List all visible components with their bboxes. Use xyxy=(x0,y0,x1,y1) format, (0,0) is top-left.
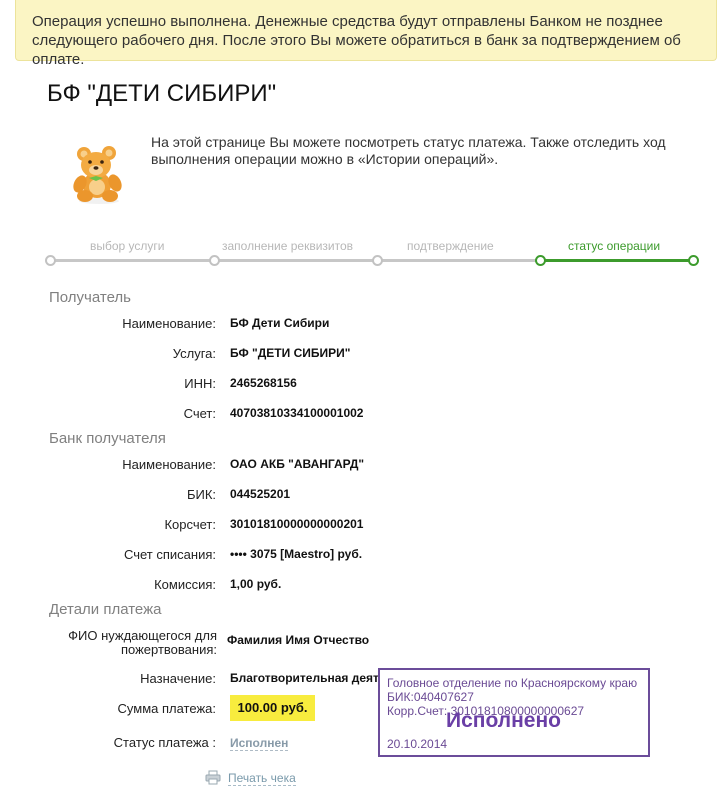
payment-status-link[interactable]: Исполнен xyxy=(230,736,289,751)
printer-icon xyxy=(205,770,221,785)
recipient-name-value: БФ Дети Сибири xyxy=(230,316,330,330)
debit-account-value: •••• 3075 [Maestro] руб. xyxy=(230,547,363,561)
success-notice: Операция успешно выполнена. Денежные сре… xyxy=(15,0,717,68)
bank-name-value: ОАО АКБ "АВАНГАРД" xyxy=(230,457,365,471)
stamp-bik: БИК:040407627 xyxy=(387,690,474,704)
account-label: Счет: xyxy=(183,406,216,421)
fio-label: ФИО нуждающегося для пожертвования: xyxy=(62,629,217,657)
teddy-bear-icon xyxy=(73,146,122,204)
step-label-4: статус операции xyxy=(568,239,661,253)
bik-label: БИК: xyxy=(186,487,216,502)
intro-line-1: На этой странице Вы можете посмотреть ст… xyxy=(151,134,666,150)
recipient-heading: Получатель xyxy=(49,289,131,306)
progress-track-active xyxy=(540,259,695,262)
inn-label: ИНН: xyxy=(184,376,216,391)
amount-value: 100.00 руб. xyxy=(230,695,315,721)
stamp-date: 20.10.2014 xyxy=(387,737,448,751)
recipient-name-label: Наименование: xyxy=(122,316,216,331)
account-value: 40703810334100001002 xyxy=(230,406,364,420)
fee-label: Комиссия: xyxy=(154,577,216,592)
payment-status-label: Статус платежа : xyxy=(113,735,216,750)
progress-steps: выбор услуги заполнение реквизитов подтв… xyxy=(45,236,701,266)
print-receipt-label: Печать чека xyxy=(228,771,296,786)
success-notice-line-1: Операция успешно выполнена. Денежные сре… xyxy=(32,13,663,30)
print-receipt-link[interactable]: Печать чека xyxy=(205,770,296,786)
amount-label: Сумма платежа: xyxy=(117,701,216,716)
step-label-1: выбор услуги xyxy=(90,239,165,253)
progress-track xyxy=(49,259,542,262)
corr-account-value: 30101810000000000201 xyxy=(230,517,364,531)
purpose-label: Назначение: xyxy=(140,671,216,686)
step-dot-1 xyxy=(45,255,56,266)
intro-line-2: выполнения операции можно в «Истории опе… xyxy=(151,151,499,167)
bik-value: 044525201 xyxy=(230,487,291,501)
bank-stamp: Головное отделение по Красноярскому краю… xyxy=(378,668,650,757)
bank-heading: Банк получателя xyxy=(49,430,166,447)
step-label-2: заполнение реквизитов xyxy=(222,239,354,253)
intro-text: На этой странице Вы можете посмотреть ст… xyxy=(151,134,691,168)
step-dot-4 xyxy=(535,255,546,266)
corr-account-label: Корсчет: xyxy=(164,517,216,532)
fio-label-line-1: ФИО нуждающегося для xyxy=(68,628,217,643)
stamp-status: Исполнено xyxy=(446,709,561,732)
step-dot-2 xyxy=(209,255,220,266)
step-label-3: подтверждение xyxy=(407,239,494,253)
service-value: БФ "ДЕТИ СИБИРИ" xyxy=(230,346,351,360)
step-dot-end xyxy=(688,255,699,266)
fio-label-line-2: пожертвования: xyxy=(120,642,217,657)
debit-account-label: Счет списания: xyxy=(123,547,216,562)
step-dot-3 xyxy=(372,255,383,266)
success-notice-line-2: следующего рабочего дня. После этого Вы … xyxy=(32,32,681,68)
inn-value: 2465268156 xyxy=(230,376,297,390)
fio-value: Фамилия Имя Отчество xyxy=(227,633,370,647)
fee-value: 1,00 руб. xyxy=(230,577,282,591)
bank-name-label: Наименование: xyxy=(122,457,216,472)
details-heading: Детали платежа xyxy=(49,601,162,618)
service-label: Услуга: xyxy=(172,346,216,361)
page-title: БФ "ДЕТИ СИБИРИ" xyxy=(47,80,277,107)
stamp-branch: Головное отделение по Красноярскому краю xyxy=(387,676,638,690)
